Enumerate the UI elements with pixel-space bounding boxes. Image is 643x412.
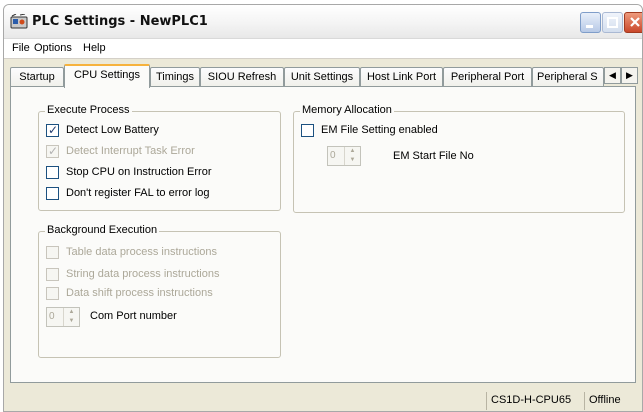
cpu-settings-panel: Execute Process ✓ Detect Low Battery ✓ D… [10, 86, 636, 383]
background-execution-title: Background Execution [45, 224, 160, 236]
dont-register-fal-checkbox[interactable]: Don't register FAL to error log [46, 185, 210, 201]
execute-process-group: Execute Process ✓ Detect Low Battery ✓ D… [38, 104, 281, 211]
tab-unit-settings[interactable]: Unit Settings [284, 67, 360, 87]
stop-cpu-on-instruction-error-checkbox[interactable]: Stop CPU on Instruction Error [46, 164, 212, 180]
checkbox-box: ✓ [46, 143, 59, 158]
com-port-spinner: 0 ▲ ▼ [46, 307, 80, 327]
checkbox-box[interactable] [46, 186, 59, 200]
tab-siou-refresh[interactable]: SIOU Refresh [200, 67, 284, 87]
com-port-value: 0 [49, 311, 55, 322]
checkbox-box[interactable] [301, 123, 314, 137]
checkbox-label: Table data process instructions [66, 246, 218, 258]
checkbox-box[interactable] [46, 165, 59, 179]
checkbox-box[interactable]: ✓ [46, 123, 59, 137]
checkbox-box [46, 286, 59, 300]
tab-scroll-arrows: ◀ ▶ [604, 67, 638, 85]
tab-cpu-settings[interactable]: CPU Settings [64, 64, 150, 88]
title-bar[interactable]: PLC Settings - NewPLC1 [4, 5, 642, 39]
checkbox-label: Stop CPU on Instruction Error [66, 166, 212, 178]
status-connection: Offline [584, 392, 640, 410]
checkbox-label: String data process instructions [66, 268, 220, 280]
em-start-label: EM Start File No [393, 150, 474, 162]
menu-bar: File Options Help [4, 39, 642, 59]
memory-allocation-group: Memory Allocation EM File Setting enable… [293, 104, 625, 213]
em-start-value: 0 [330, 150, 336, 161]
detect-interrupt-task-error-checkbox: ✓ Detect Interrupt Task Error [46, 143, 195, 159]
spin-down-icon: ▼ [349, 157, 356, 163]
plc-icon [10, 14, 28, 29]
table-data-process-checkbox: Table data process instructions [46, 244, 217, 260]
checkbox-box [46, 267, 59, 281]
checkbox-label: Detect Interrupt Task Error [66, 145, 195, 157]
plc-settings-window: PLC Settings - NewPLC1 File Options Help… [3, 4, 643, 412]
tab-strip: Startup CPU Settings Timings SIOU Refres… [4, 63, 642, 88]
menu-help[interactable]: Help [83, 42, 106, 54]
spin-up-icon: ▲ [68, 309, 75, 315]
menu-file[interactable]: File [12, 42, 30, 54]
detect-low-battery-checkbox[interactable]: ✓ Detect Low Battery [46, 122, 159, 138]
memory-allocation-title: Memory Allocation [300, 104, 394, 116]
data-shift-process-checkbox: Data shift process instructions [46, 285, 213, 301]
em-file-setting-checkbox[interactable]: EM File Setting enabled [301, 122, 438, 138]
checkbox-label: EM File Setting enabled [321, 124, 438, 136]
tab-peripheral-s[interactable]: Peripheral S [532, 67, 604, 87]
checkbox-box [46, 245, 59, 259]
spin-down-icon: ▼ [68, 318, 75, 324]
execute-process-title: Execute Process [45, 104, 132, 116]
maximize-icon[interactable] [602, 12, 623, 33]
tab-peripheral-port[interactable]: Peripheral Port [443, 67, 532, 87]
tab-startup[interactable]: Startup [10, 67, 64, 87]
minimize-icon[interactable] [580, 12, 601, 33]
checkbox-label: Don't register FAL to error log [66, 187, 210, 199]
status-bar: CS1D-H-CPU65 Offline [4, 389, 642, 411]
tab-timings[interactable]: Timings [150, 67, 200, 87]
tab-host-link-port[interactable]: Host Link Port [360, 67, 443, 87]
close-icon[interactable] [624, 12, 642, 33]
com-port-label: Com Port number [90, 310, 177, 322]
menu-options[interactable]: Options [34, 42, 72, 54]
status-model: CS1D-H-CPU65 [486, 392, 580, 410]
string-data-process-checkbox: String data process instructions [46, 266, 219, 282]
checkbox-label: Detect Low Battery [66, 124, 159, 136]
window-title: PLC Settings - NewPLC1 [32, 14, 208, 29]
background-execution-group: Background Execution Table data process … [38, 224, 281, 358]
checkbox-label: Data shift process instructions [66, 287, 213, 299]
chevron-right-icon[interactable]: ▶ [621, 67, 638, 84]
chevron-left-icon[interactable]: ◀ [604, 67, 621, 84]
em-start-file-spinner: 0 ▲ ▼ [327, 146, 361, 166]
spin-up-icon: ▲ [349, 148, 356, 154]
